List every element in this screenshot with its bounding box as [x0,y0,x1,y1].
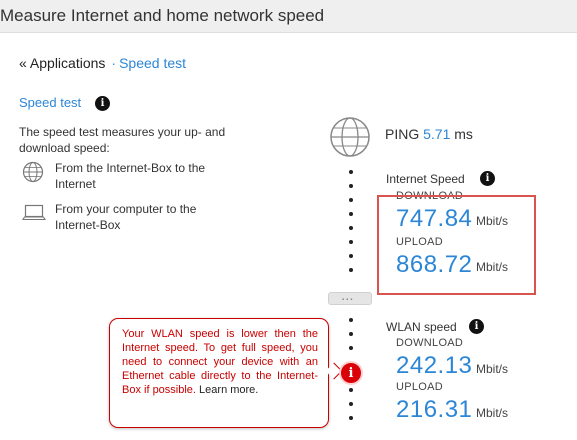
page-header: Measure Internet and home network speed [0,0,577,33]
router-icon: ▪▪▪ [328,292,372,305]
ping-label: PING [385,126,420,142]
connection-line-lower [349,318,353,360]
wlan-warning-tooltip: Your WLAN speed is lower then the Intern… [109,318,329,428]
ping-unit: ms [454,126,473,142]
breadcrumb-current[interactable]: Speed test [119,55,186,71]
section-title: Speed test [19,95,82,110]
breadcrumb: « Applications · Speed test [19,55,186,71]
internet-globe-icon [330,117,370,157]
wlan-download-label: DOWNLOAD [396,337,464,349]
internet-speed-title: Internet Speed [386,172,465,186]
globe-icon [22,161,44,183]
wlan-speed-info-icon[interactable]: i [469,319,484,334]
internet-download-value: 747.84 [396,205,473,232]
breadcrumb-separator: · [111,55,117,71]
page-title: Measure Internet and home network speed [0,6,325,25]
internet-speed-info-icon[interactable]: i [480,171,495,186]
section-description: The speed test measures your up- and dow… [19,125,226,155]
connection-line-bottom [349,388,353,430]
internet-upload-value: 868.72 [396,251,473,278]
internet-upload-unit: Mbit/s [476,260,509,274]
wlan-upload-value: 216.31 [396,396,473,423]
option-internet-box-to-internet: From the Internet-Box to the Internet [55,161,206,191]
learn-more-link[interactable]: Learn more. [199,384,258,396]
wlan-download-value: 242.13 [396,352,473,379]
wlan-speed-title: WLAN speed [386,320,457,334]
wlan-upload-label: UPLOAD [396,381,444,393]
wlan-download-unit: Mbit/s [476,362,509,376]
wlan-upload-unit: Mbit/s [476,406,509,420]
option-computer-to-internet-box: From your computer to the Internet-Box [55,202,197,232]
ping-value: 5.71 [423,126,451,142]
breadcrumb-back-link[interactable]: « Applications [19,55,105,71]
connection-line-upper [349,170,353,282]
internet-upload-label: UPLOAD [396,236,444,248]
info-icon[interactable]: i [95,96,110,111]
ping-readout: PING 5.71 ms [385,126,473,142]
laptop-icon [22,204,46,221]
internet-download-unit: Mbit/s [476,214,509,228]
alert-icon[interactable]: i [339,361,363,385]
